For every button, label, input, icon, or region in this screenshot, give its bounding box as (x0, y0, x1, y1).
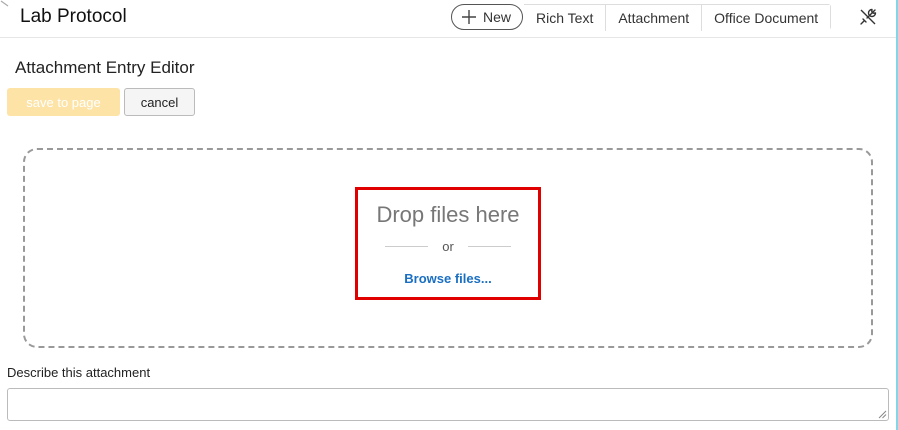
rich-text-button[interactable]: Rich Text (524, 5, 606, 31)
attachment-button[interactable]: Attachment (605, 5, 702, 31)
description-label: Describe this attachment (7, 365, 151, 380)
editor-title: Attachment Entry Editor (15, 58, 195, 77)
office-document-button[interactable]: Office Document (701, 5, 831, 31)
top-bar: Lab Protocol New Rich Text Attachment Of… (0, 0, 896, 38)
save-to-page-button[interactable]: save to page (7, 88, 120, 116)
or-divider: or (385, 238, 511, 254)
entry-type-toolbar: New Rich Text Attachment Office Document (451, 4, 832, 31)
tools-icon[interactable] (858, 7, 878, 27)
cancel-button[interactable]: cancel (124, 88, 195, 116)
page-title: Lab Protocol (20, 6, 127, 27)
resize-handle-icon[interactable] (878, 410, 887, 419)
entry-type-segments: Rich Text Attachment Office Document (524, 4, 832, 31)
plus-icon (462, 10, 476, 24)
divider-line (467, 245, 511, 247)
new-entry-label: New (483, 9, 512, 25)
description-input[interactable] (7, 388, 889, 421)
browse-files-link[interactable]: Browse files... (355, 271, 541, 286)
corner-mark-icon (0, 0, 9, 7)
divider-line (385, 245, 429, 247)
drop-files-text: Drop files here (376, 202, 520, 227)
or-text: or (442, 238, 454, 254)
new-entry-button[interactable]: New (451, 4, 524, 30)
